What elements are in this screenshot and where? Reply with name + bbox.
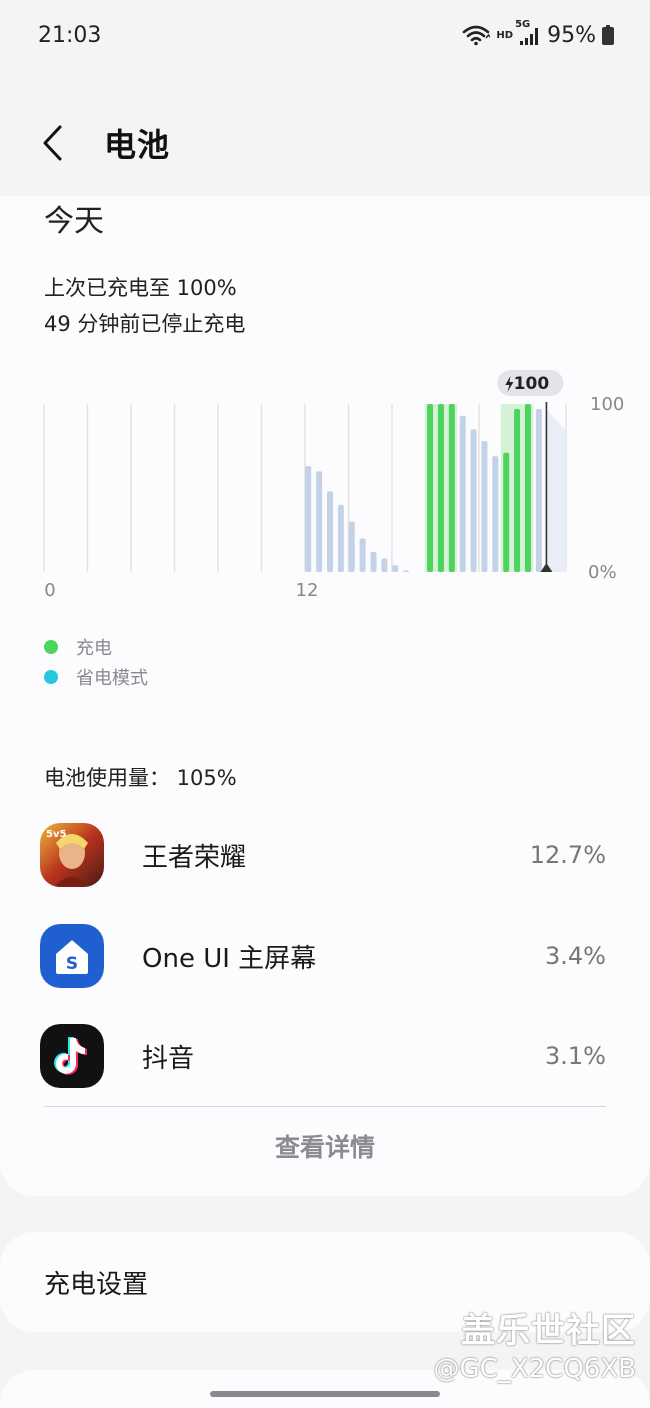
- douyin-icon: [40, 1024, 104, 1088]
- chart-bar-charging: [503, 452, 510, 572]
- app-usage-row-honor-of-kings[interactable]: 5v5 王者荣耀 12.7%: [40, 820, 610, 890]
- chart-x-tick-label: 12: [296, 580, 319, 601]
- watermark-title: 盖乐世社区: [461, 1311, 636, 1351]
- honor-of-kings-icon: 5v5: [40, 823, 104, 887]
- chart-bar: [492, 456, 499, 572]
- chart-bar: [327, 491, 334, 572]
- chart-bar: [403, 570, 410, 572]
- legend-dot-charging: [44, 640, 58, 654]
- app-usage-percent: 12.7%: [529, 841, 606, 869]
- watermark-handle: @GC_X2CQ6XB: [433, 1354, 636, 1384]
- battery-icon: [602, 25, 614, 45]
- status-time: 21:03: [38, 22, 102, 48]
- battery-percent: 95%: [547, 22, 596, 48]
- chart-bar-charging: [524, 404, 531, 572]
- chart-legend: 充电 省电模式: [44, 632, 148, 692]
- chart-bar: [316, 471, 323, 572]
- chart-x-tick-label: 0: [44, 580, 55, 601]
- svg-text:5v5: 5v5: [46, 829, 66, 840]
- chart-bar: [535, 409, 542, 572]
- chart-bar-charging: [427, 404, 434, 572]
- battery-usage-chart[interactable]: 100 100 0% 0 12: [0, 364, 650, 614]
- app-name: One UI 主屏幕: [142, 943, 317, 974]
- status-icons: HD 5G 95%: [462, 19, 614, 48]
- chart-bar: [381, 558, 388, 572]
- one-ui-home-icon: S: [40, 924, 104, 988]
- chart-bar: [337, 504, 344, 572]
- chart-bar: [305, 466, 312, 572]
- hd-indicator: HD: [496, 29, 514, 41]
- status-bar: 21:03 HD 5G 95%: [0, 0, 650, 70]
- page-title: 电池: [104, 126, 171, 164]
- chart-y-tick-label: 0%: [588, 562, 617, 583]
- app-usage-row-douyin[interactable]: 抖音 3.1%: [40, 1021, 610, 1091]
- app-name: 王者荣耀: [142, 842, 247, 873]
- battery-summary-card: 今天 上次已充电至 100% 49 分钟前已停止充电 100 100 0% 0 12 充…: [0, 196, 650, 1196]
- day-label: 今天: [44, 204, 104, 239]
- signal-icon: 5G: [515, 19, 541, 45]
- legend-label-charging: 充电: [76, 638, 112, 659]
- legend-item-power-saving: 省电模式: [44, 662, 148, 692]
- home-indicator[interactable]: [210, 1391, 440, 1397]
- chart-forecast-area: [546, 409, 566, 572]
- charging-settings-label: 充电设置: [44, 1269, 149, 1300]
- chart-bar-charging: [514, 409, 521, 572]
- app-usage-percent: 3.4%: [545, 942, 606, 970]
- app-usage-percent: 3.1%: [545, 1042, 606, 1070]
- chart-bar-charging: [437, 404, 444, 572]
- chart-bar: [370, 551, 377, 572]
- app-name: 抖音: [142, 1043, 195, 1074]
- legend-item-charging: 充电: [44, 632, 148, 662]
- divider: [44, 1106, 606, 1107]
- chart-bar: [470, 429, 477, 572]
- chart-bar: [392, 565, 399, 572]
- chart-bar: [481, 440, 488, 572]
- charge-stopped-text: 49 分钟前已停止充电: [44, 312, 246, 336]
- svg-text:S: S: [66, 954, 78, 974]
- chart-bar: [359, 538, 366, 572]
- network-type: 5G: [515, 19, 531, 30]
- wifi-icon: [462, 24, 491, 46]
- last-charged-text: 上次已充电至 100%: [44, 276, 237, 300]
- app-header: 电池: [0, 98, 650, 188]
- legend-label-power-saving: 省电模式: [76, 668, 148, 689]
- chart-charge-badge-label: 100: [514, 374, 550, 394]
- back-button[interactable]: [40, 113, 80, 173]
- chart-bar: [348, 521, 355, 572]
- chart-bar-charging: [448, 404, 455, 572]
- view-details-button[interactable]: 查看详情: [0, 1128, 650, 1164]
- chart-y-tick-label: 100: [590, 394, 624, 415]
- battery-usage-title: 电池使用量： 105%: [44, 766, 237, 790]
- chart-bar: [459, 415, 466, 572]
- back-arrow-icon: [43, 125, 62, 161]
- app-usage-row-one-ui-home[interactable]: S One UI 主屏幕 3.4%: [40, 921, 610, 991]
- legend-dot-power-saving: [44, 670, 58, 684]
